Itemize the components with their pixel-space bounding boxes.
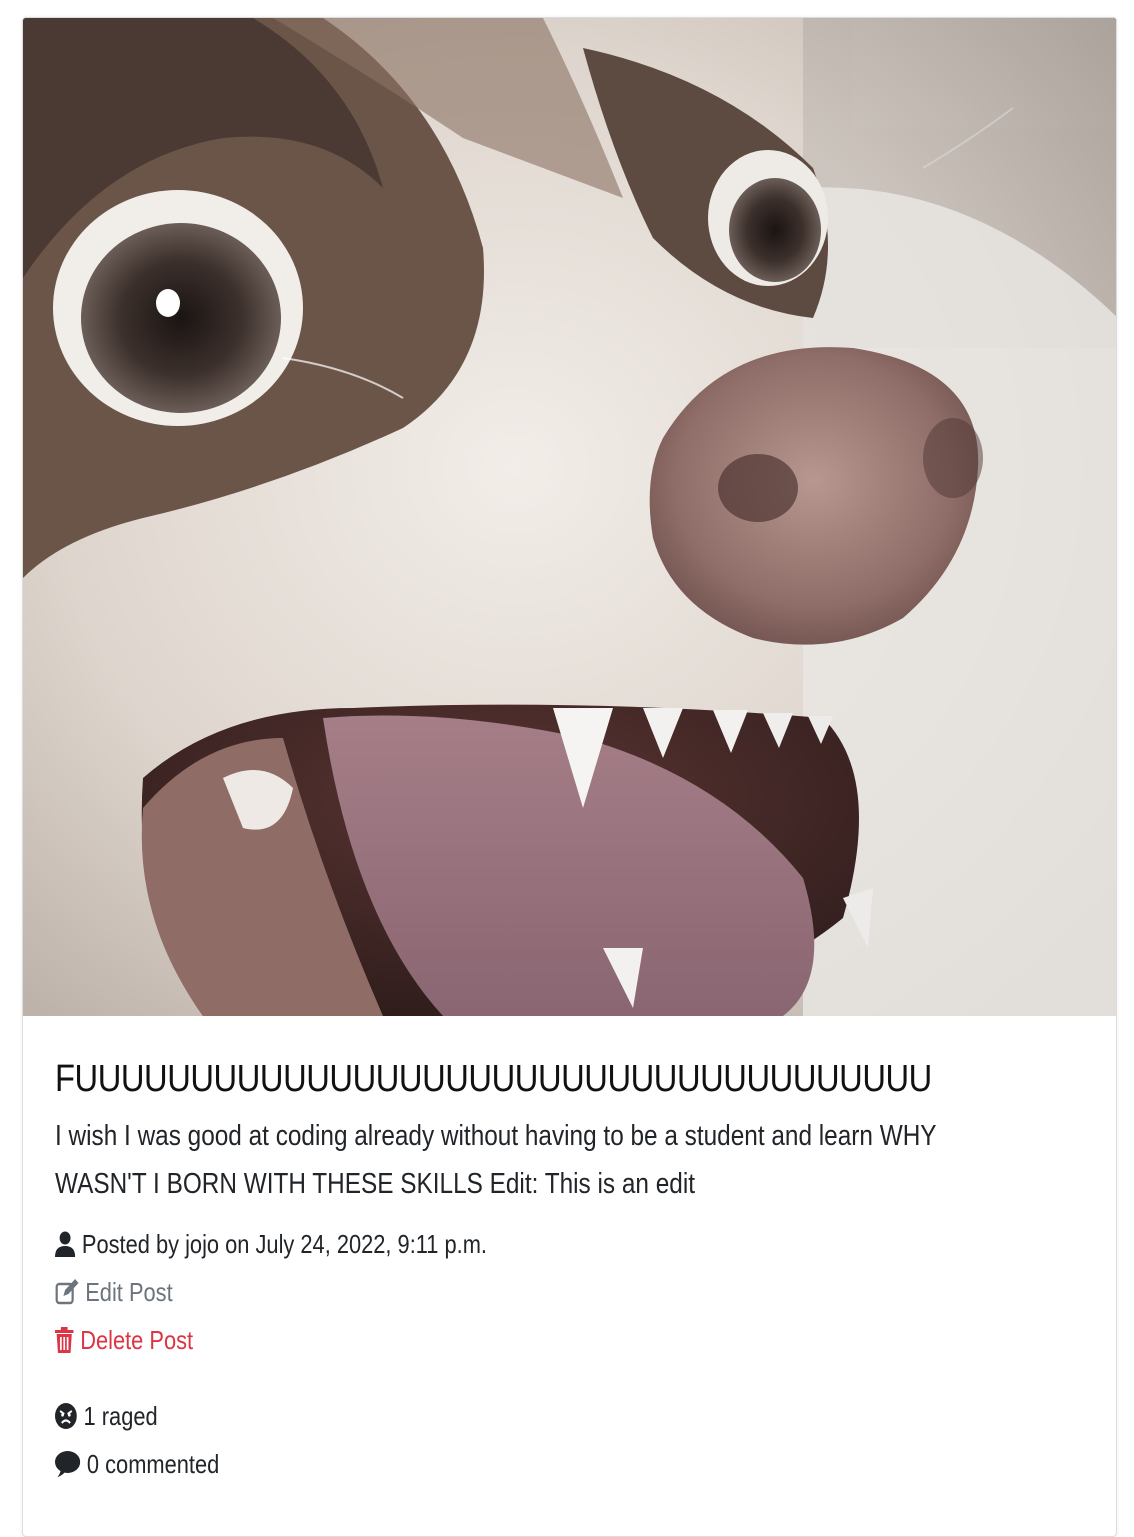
post-title: FUUUUUUUUUUUUUUUUUUUUUUUUUUUUUUUUUUUUU <box>55 1058 932 1100</box>
edit-post-link[interactable]: Edit Post <box>55 1270 919 1314</box>
comment-count-text: 0 commented <box>86 1448 220 1479</box>
post-card: FUUUUUUUUUUUUUUUUUUUUUUUUUUUUUUUUUUUUU I… <box>22 17 1117 1537</box>
delete-post-label: Delete Post <box>80 1324 194 1355</box>
comment-icon <box>55 1451 81 1477</box>
post-body: FUUUUUUUUUUUUUUUUUUUUUUUUUUUUUUUUUUUUU I… <box>55 1056 1084 1488</box>
rage-count: 1 raged <box>55 1392 919 1440</box>
delete-post-link[interactable]: Delete Post <box>55 1318 919 1362</box>
edit-post-label: Edit Post <box>85 1276 173 1307</box>
angry-face-icon <box>55 1403 77 1429</box>
comment-count: 0 commented <box>55 1440 919 1488</box>
user-icon <box>55 1231 76 1257</box>
post-content: I wish I was good at coding already with… <box>55 1120 937 1200</box>
post-author: Posted by jojo on July 24, 2022, 9:11 p.… <box>55 1222 919 1266</box>
trash-icon <box>55 1327 74 1353</box>
author-line: Posted by jojo on July 24, 2022, 9:11 p.… <box>81 1228 487 1259</box>
post-image <box>23 18 1116 1016</box>
rage-count-text: 1 raged <box>83 1400 158 1431</box>
edit-icon <box>55 1279 79 1305</box>
